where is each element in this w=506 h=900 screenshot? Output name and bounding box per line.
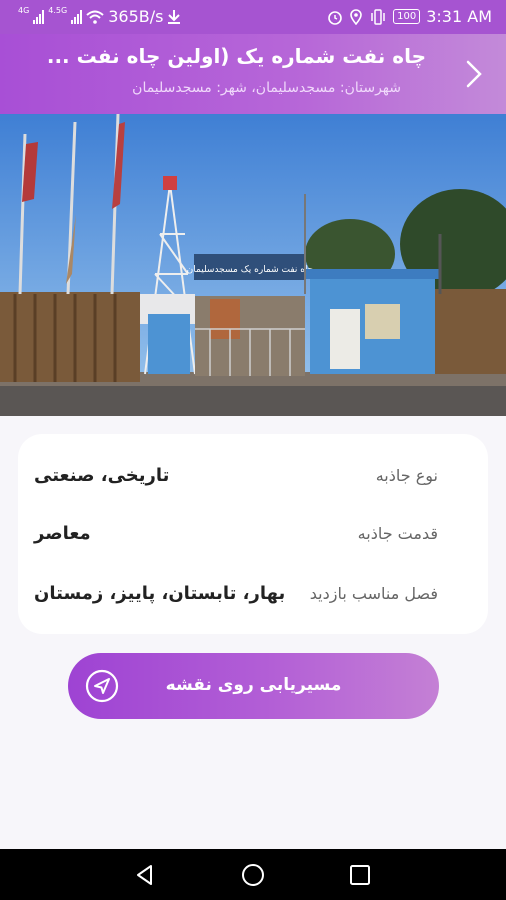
photo-illustration: چاه نفت شماره یک مسجدسلیمان: [0, 114, 506, 416]
signal-1-label: 4G: [18, 6, 30, 15]
download-icon: [168, 9, 181, 24]
status-bar: 4G 4.5G 365B/s 100 3:31 AM: [0, 0, 506, 34]
clock: 3:31 AM: [426, 7, 492, 26]
triangle-back-icon[interactable]: [131, 861, 159, 889]
square-recents-icon[interactable]: [346, 861, 374, 889]
detail-row-season: فصل مناسب بازدید بهار، تابستان، پاییز، ز…: [34, 573, 438, 613]
detail-value: معاصر: [34, 522, 91, 544]
battery-indicator: 100: [393, 9, 421, 24]
detail-row-type: نوع جاذبه تاریخی، صنعتی: [34, 455, 438, 495]
attraction-photo[interactable]: چاه نفت شماره یک مسجدسلیمان: [0, 114, 506, 416]
network-speed: 365B/s: [108, 7, 164, 26]
status-right-icons: 100 3:31 AM: [327, 7, 492, 26]
signal-1-icon: [33, 9, 45, 24]
signal-2-icon: [71, 9, 83, 24]
status-left-icons: 4G 4.5G 365B/s: [18, 6, 181, 26]
detail-value: بهار، تابستان، پاییز، زمستان: [34, 582, 286, 604]
vibrate-icon: [371, 8, 385, 25]
page-header: چاه نفت شماره یک (اولین چاه نفت ... شهرس…: [0, 34, 506, 114]
circle-home-icon[interactable]: [239, 861, 267, 889]
detail-label: نوع جاذبه: [375, 465, 438, 485]
location-icon: [350, 8, 362, 25]
detail-label: قدمت جاذبه: [357, 523, 438, 543]
route-on-map-label: مسیریابی روی نقشه: [165, 675, 342, 695]
alarm-icon: [328, 10, 342, 25]
system-nav-bar: [0, 849, 506, 900]
page-subtitle: شهرستان: مسجدسلیمان، شهر: مسجدسلیمان: [132, 80, 401, 96]
gallery-sign-text: چاه نفت شماره یک مسجدسلیمان: [187, 265, 314, 275]
wifi-icon: [86, 10, 104, 24]
chevron-right-icon[interactable]: [460, 56, 488, 92]
detail-value: تاریخی، صنعتی: [34, 464, 170, 486]
signal-2-label: 4.5G: [48, 6, 68, 15]
detail-label: فصل مناسب بازدید: [309, 583, 438, 603]
detail-row-age: قدمت جاذبه معاصر: [34, 513, 438, 553]
route-on-map-button[interactable]: مسیریابی روی نقشه: [68, 653, 439, 719]
page-title: چاه نفت شماره یک (اولین چاه نفت ...: [46, 44, 426, 68]
